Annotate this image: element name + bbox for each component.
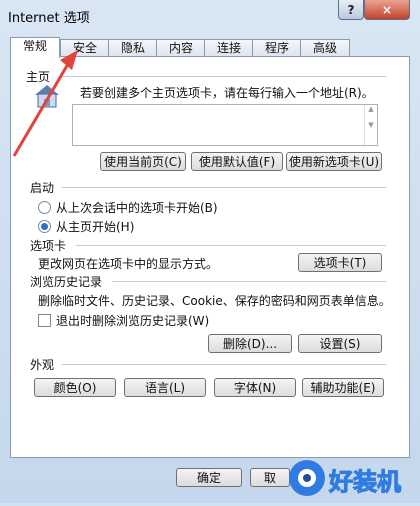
startup-option-label: 从主页开始(H) xyxy=(56,220,135,234)
fonts-button[interactable]: 字体(N) xyxy=(214,378,296,397)
homepage-house-icon xyxy=(35,85,59,108)
delete-history-button[interactable]: 删除(D)... xyxy=(208,334,292,353)
divider xyxy=(112,281,386,282)
languages-button[interactable]: 语言(L) xyxy=(124,378,206,397)
tab-security[interactable]: 安全 xyxy=(60,39,110,57)
window-title: Internet 选项 xyxy=(8,11,90,26)
tabs-description: 更改网页在选项卡中的显示方式。 xyxy=(38,257,219,271)
startup-option-label: 从上次会话中的选项卡开始(B) xyxy=(56,201,218,215)
textarea-scrollbar[interactable]: ▲ ▼ xyxy=(364,105,377,145)
homepage-address-input[interactable]: ▲ ▼ xyxy=(72,104,378,146)
tab-privacy[interactable]: 隐私 xyxy=(108,39,158,57)
homepage-description: 若要创建多个主页选项卡，请在每行输入一个地址(R)。 xyxy=(80,86,374,100)
divider xyxy=(62,364,386,365)
history-heading: 浏览历史记录 xyxy=(30,275,103,289)
watermark-logo: 好装机 xyxy=(285,454,420,503)
history-description: 删除临时文件、历史记录、Cookie、保存的密码和网页表单信息。 xyxy=(38,294,391,308)
tab-general[interactable]: 常规 xyxy=(10,37,60,58)
appearance-heading: 外观 xyxy=(30,358,55,372)
divider xyxy=(62,187,386,188)
tabs-heading: 选项卡 xyxy=(30,239,67,253)
history-settings-button[interactable]: 设置(S) xyxy=(298,334,382,353)
close-button[interactable]: × xyxy=(364,0,410,20)
tabs-settings-button[interactable]: 选项卡(T) xyxy=(298,253,382,272)
tab-programs[interactable]: 程序 xyxy=(252,39,302,57)
startup-last-session-radio[interactable] xyxy=(38,201,51,214)
cancel-button[interactable]: 取 xyxy=(250,468,290,487)
title-bar: Internet 选项 ? × xyxy=(0,0,420,30)
divider xyxy=(60,76,386,77)
use-new-tab-button[interactable]: 使用新选项卡(U) xyxy=(286,152,382,171)
tab-content[interactable]: 内容 xyxy=(156,39,206,57)
internet-options-dialog: Internet 选项 ? × 常规 安全 隐私 内容 连接 程序 高级 主页 … xyxy=(0,0,420,503)
delete-on-exit-checkbox[interactable] xyxy=(38,314,51,327)
tab-advanced[interactable]: 高级 xyxy=(300,39,350,57)
watermark-text: 好装机 xyxy=(329,468,402,497)
tab-connections[interactable]: 连接 xyxy=(204,39,254,57)
ok-button[interactable]: 确定 xyxy=(176,468,242,487)
startup-homepage-radio[interactable] xyxy=(38,220,51,233)
divider xyxy=(76,245,386,246)
colors-button[interactable]: 颜色(O) xyxy=(34,378,116,397)
use-default-button[interactable]: 使用默认值(F) xyxy=(191,152,283,171)
accessibility-button[interactable]: 辅助功能(E) xyxy=(302,378,384,397)
delete-on-exit-label: 退出时删除浏览历史记录(W) xyxy=(56,314,210,328)
use-current-button[interactable]: 使用当前页(C) xyxy=(100,152,186,171)
help-button[interactable]: ? xyxy=(338,0,364,20)
startup-heading: 启动 xyxy=(30,181,55,195)
